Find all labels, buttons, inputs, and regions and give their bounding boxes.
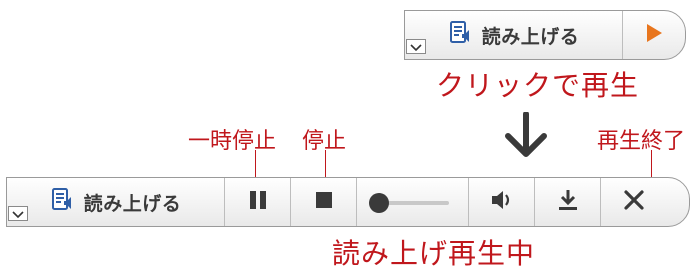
chevron-down-icon	[12, 204, 24, 223]
read-aloud-button[interactable]: 読み上げる	[405, 11, 623, 59]
volume-icon	[490, 189, 514, 215]
callout-close-line	[651, 150, 652, 177]
stop-button[interactable]	[291, 178, 357, 226]
callout-stop-line	[325, 150, 326, 177]
read-aloud-button[interactable]: 読み上げる	[7, 178, 225, 226]
arrow-down-icon	[504, 111, 548, 162]
close-button[interactable]	[601, 178, 667, 226]
caption-click-to-play: クリックで再生	[436, 69, 640, 102]
callout-pause-line	[255, 150, 256, 177]
pause-icon	[247, 189, 269, 215]
close-icon	[623, 189, 645, 215]
pause-button[interactable]	[225, 178, 291, 226]
stop-icon	[314, 190, 334, 214]
collapse-button[interactable]	[8, 206, 28, 221]
document-speaker-icon	[448, 20, 474, 51]
chevron-down-icon	[410, 37, 422, 56]
callout-close: 再生終了	[597, 129, 686, 154]
document-speaker-icon	[50, 187, 76, 218]
caption-now-playing: 読み上げ再生中	[332, 237, 536, 270]
read-aloud-toolbar-idle: 読み上げる	[404, 10, 686, 60]
volume-button[interactable]	[469, 178, 535, 226]
play-button[interactable]	[623, 11, 685, 59]
read-aloud-toolbar-playing: 読み上げる	[6, 177, 690, 227]
callout-pause: 一時停止	[188, 129, 277, 154]
volume-slider[interactable]	[357, 178, 469, 226]
download-icon	[557, 188, 579, 216]
callout-stop: 停止	[302, 129, 347, 154]
play-icon	[644, 22, 664, 48]
volume-slider-handle[interactable]	[368, 193, 389, 213]
read-aloud-label: 読み上げる	[83, 192, 182, 215]
collapse-button[interactable]	[406, 39, 426, 54]
read-aloud-label: 読み上げる	[481, 25, 580, 48]
download-button[interactable]	[535, 178, 601, 226]
